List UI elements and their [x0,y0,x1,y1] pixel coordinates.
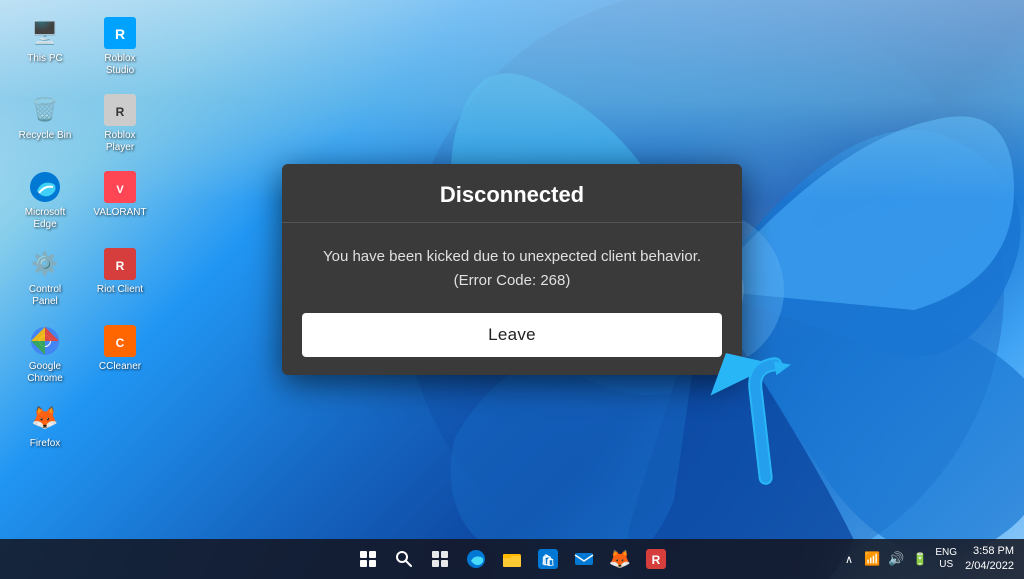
svg-text:R: R [652,553,661,567]
store-icon: 🛍 [538,549,558,569]
network-icon[interactable]: 📶 [864,551,880,567]
language-badge[interactable]: ENG US [935,547,957,571]
win-sq-3 [360,560,367,567]
dialog-footer: Leave [282,313,742,375]
volume-icon[interactable]: 🔊 [888,551,904,567]
lang-region: US [935,559,957,571]
taskbar-right: ∧ 📶 🔊 🔋 ENG US 3:58 PM 2/04/2022 [842,544,1014,575]
clock-date: 2/04/2022 [965,559,1014,574]
taskbar-edge-button[interactable] [460,543,492,575]
windows-logo [360,551,376,567]
leave-button[interactable]: Leave [302,313,722,357]
taskbar-firefox-icon: 🦊 [609,549,631,570]
win-sq-2 [369,551,376,558]
file-explorer-icon [502,549,522,569]
start-button[interactable] [352,543,384,575]
taskbar-clock[interactable]: 3:58 PM 2/04/2022 [965,544,1014,575]
taskbar: 🛍 🦊 R ∧ 📶 🔊 🔋 [0,539,1024,579]
dialog-message: You have been kicked due to unexpected c… [282,223,742,313]
taskbar-mail-button[interactable] [568,543,600,575]
disconnected-dialog: Disconnected You have been kicked due to… [282,164,742,375]
tray-expand-button[interactable]: ∧ [842,550,856,569]
taskbar-center: 🛍 🦊 R [352,543,672,575]
mail-icon [574,549,594,569]
lang-code: ENG [935,547,957,559]
svg-text:🛍: 🛍 [541,554,555,567]
taskbar-task-view-button[interactable] [424,543,456,575]
dialog-message-text: You have been kicked due to unexpected c… [323,248,701,289]
taskbar-firefox-button[interactable]: 🦊 [604,543,636,575]
taskbar-store-button[interactable]: 🛍 [532,543,564,575]
dialog-title: Disconnected [282,164,742,223]
taskbar-search-button[interactable] [388,543,420,575]
win-sq-4 [369,560,376,567]
dialog-overlay: Disconnected You have been kicked due to… [0,0,1024,539]
search-icon [395,550,413,568]
battery-icon[interactable]: 🔋 [912,552,927,566]
taskbar-file-explorer-button[interactable] [496,543,528,575]
taskbar-riot-button[interactable]: R [640,543,672,575]
win-sq-1 [360,551,367,558]
taskbar-riot-icon: R [646,549,666,569]
taskbar-edge-icon [466,549,486,569]
clock-time: 3:58 PM [965,544,1014,559]
task-view-icon [431,550,449,568]
